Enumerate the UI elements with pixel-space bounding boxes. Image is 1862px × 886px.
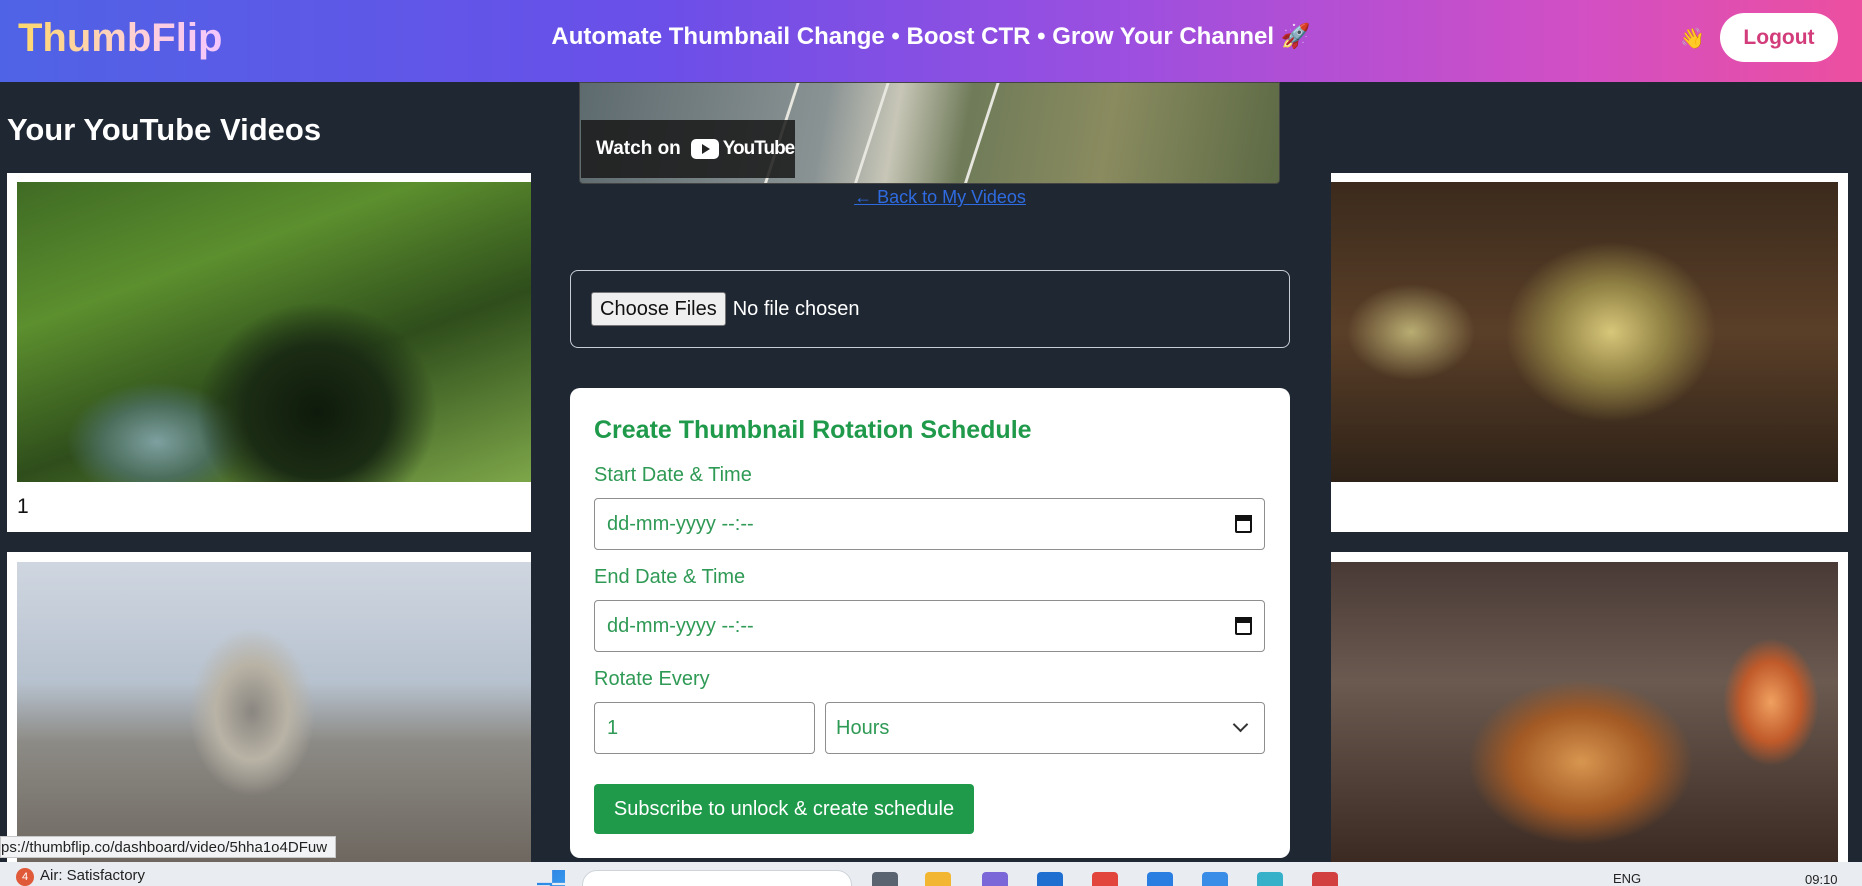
schedule-title: Create Thumbnail Rotation Schedule [594,416,1032,444]
end-date-label: End Date & Time [594,566,746,588]
road-marking [963,83,1000,183]
weather-status[interactable]: Air: Satisfactory [40,867,145,884]
video-thumbnail[interactable] [1331,562,1838,862]
video-card[interactable] [1331,173,1848,532]
taskbar-search[interactable] [582,870,852,886]
schedule-form: Create Thumbnail Rotation Schedule Start… [570,388,1290,858]
store-icon[interactable] [1147,872,1173,886]
video-card[interactable] [1331,552,1848,862]
chrome-profile-icon[interactable] [1312,872,1338,886]
chrome-icon[interactable] [1092,872,1118,886]
chevron-down-icon [1232,716,1249,733]
header-tagline: Automate Thumbnail Change • Boost CTR • … [551,23,1311,50]
rotate-every-label: Rotate Every [594,668,710,690]
rotate-unit-value: Hours [836,716,890,739]
weather-badge[interactable]: 4 [16,868,34,886]
file-upload-box: Choose Files No file chosen [570,270,1290,348]
system-clock[interactable]: 09:10 [1805,872,1838,886]
subscribe-create-schedule-button[interactable]: Subscribe to unlock & create schedule [594,784,974,834]
end-date-input[interactable]: dd-mm-yyyy --:-- [594,600,1265,652]
os-taskbar: 4 Air: Satisfactory ENG 09:10 [0,862,1862,886]
file-status: No file chosen [732,297,860,320]
video-card[interactable] [7,552,542,862]
teams-icon[interactable] [982,872,1008,886]
rotate-interval-input[interactable]: 1 [594,702,815,754]
file-explorer-icon[interactable] [925,872,951,886]
start-date-placeholder: dd-mm-yyyy --:-- [607,512,754,535]
language-indicator[interactable]: ENG [1613,871,1641,886]
start-date-input[interactable]: dd-mm-yyyy --:-- [594,498,1265,550]
end-date-placeholder: dd-mm-yyyy --:-- [607,614,754,637]
road-marking [853,83,890,183]
rotate-unit-select[interactable]: Hours [825,702,1265,754]
page-title: Your YouTube Videos [7,112,322,147]
start-date-label: Start Date & Time [594,464,752,486]
back-to-videos-link[interactable]: ← Back to My Videos [854,187,1026,207]
choose-files-button[interactable]: Choose Files [591,292,726,326]
video-title: 1 [17,495,29,518]
video-thumbnail[interactable] [1331,182,1838,482]
video-card[interactable]: 1 [7,173,542,532]
youtube-wordmark: YouTube [722,138,795,159]
onedrive-icon[interactable] [1202,872,1228,886]
calendar-icon[interactable] [1235,617,1252,635]
watch-on-youtube-button[interactable]: Watch on YouTube [581,120,795,178]
rotate-interval-value: 1 [607,716,619,739]
edge-icon[interactable] [1257,872,1283,886]
video-thumbnail[interactable] [17,182,542,482]
logout-button[interactable]: Logout [1720,13,1838,62]
status-url-text: ps://thumbflip.co/dashboard/video/5hha1o… [1,838,328,856]
calendar-icon[interactable] [1235,515,1252,533]
youtube-logo: YouTube [690,138,795,160]
video-thumbnail[interactable] [17,562,542,862]
task-view-icon[interactable] [872,872,898,886]
app-header: ThumbFlip Automate Thumbnail Change • Bo… [0,0,1862,82]
windows-start-icon[interactable] [537,870,565,886]
outlook-icon[interactable] [1037,872,1063,886]
wave-icon: 👋 [1680,28,1705,50]
link-status-bar: ps://thumbflip.co/dashboard/video/5hha1o… [0,836,337,858]
watch-label: Watch on [596,138,681,159]
youtube-play-icon [690,139,719,159]
